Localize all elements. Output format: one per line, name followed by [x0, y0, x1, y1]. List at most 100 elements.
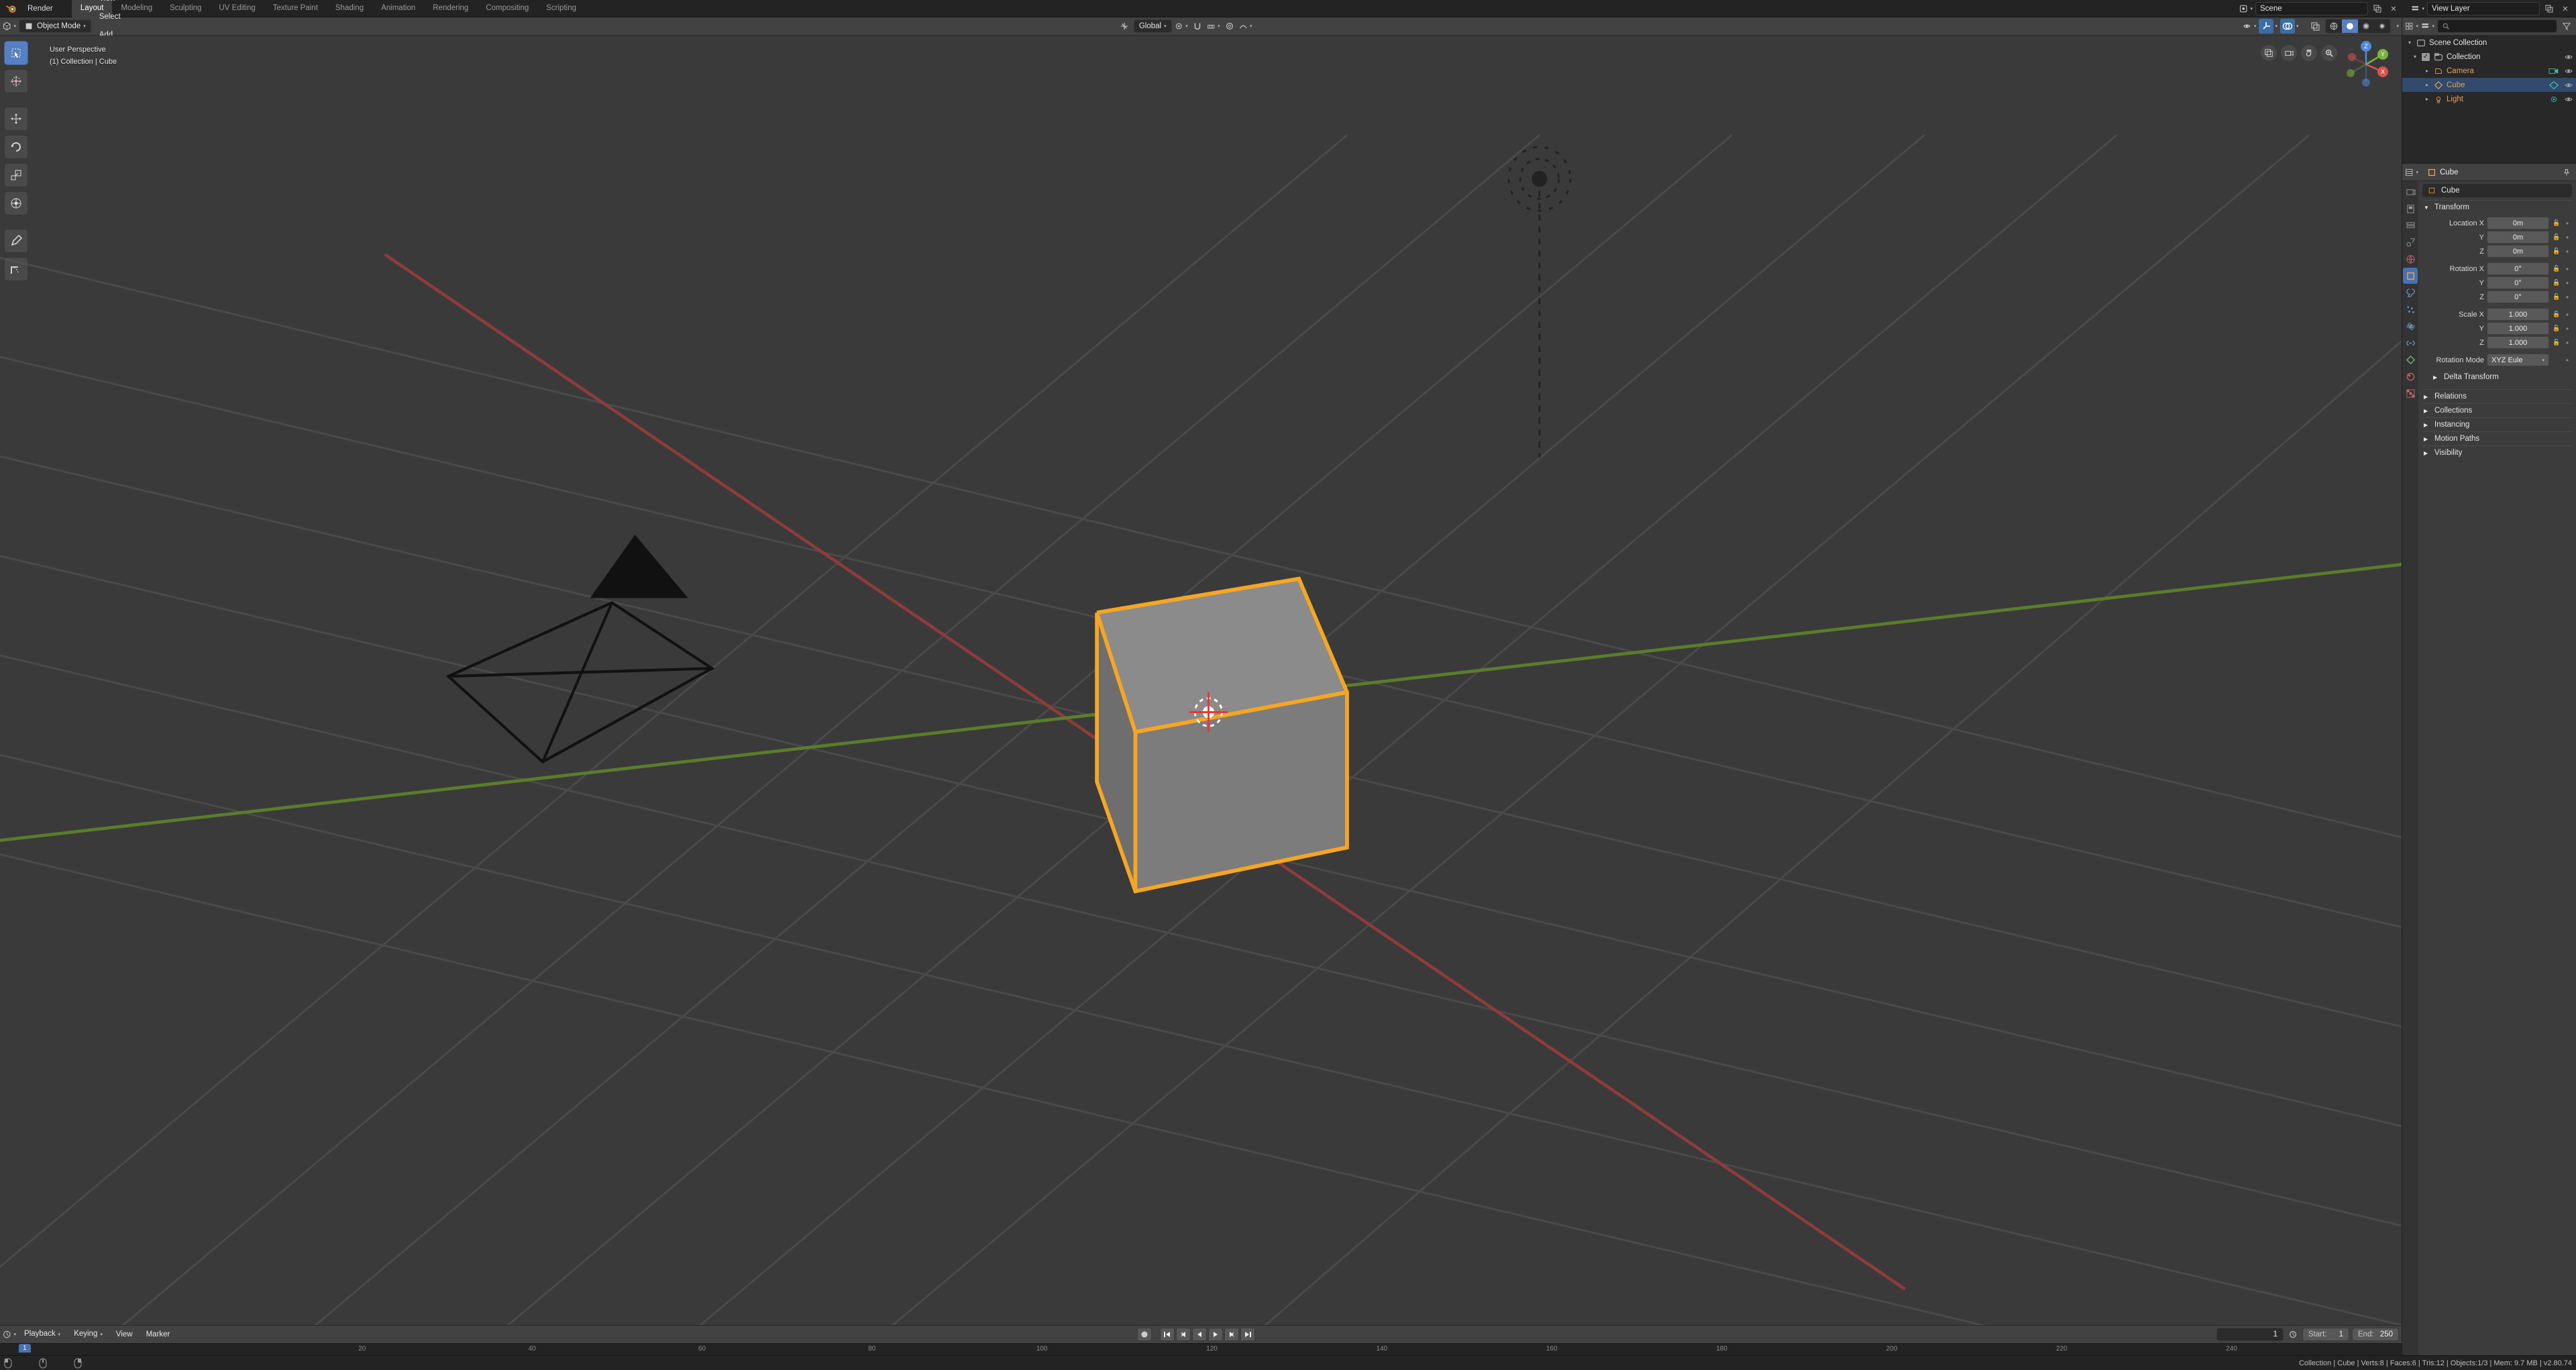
panel-instancing-header[interactable]: ▶Instancing: [2422, 417, 2572, 431]
end-frame-field[interactable]: End:250: [2352, 1328, 2399, 1341]
tab-viewlayer[interactable]: [2403, 217, 2418, 233]
interaction-mode-dropdown[interactable]: Object Mode ▾: [19, 19, 91, 33]
panel-delta-transform-header[interactable]: ▶Delta Transform: [2424, 370, 2571, 384]
tab-particles[interactable]: [2403, 301, 2418, 317]
visibility-eye-icon[interactable]: [2564, 95, 2576, 104]
outliner-item-light[interactable]: ▸Light: [2402, 92, 2576, 106]
preview-range-icon[interactable]: [2286, 1328, 2300, 1341]
timeline-menu-playback[interactable]: Playback▾: [19, 1325, 66, 1344]
tab-scene[interactable]: [2403, 234, 2418, 250]
pin-icon[interactable]: [2560, 166, 2573, 179]
properties-panel[interactable]: Cube ▼Transform Location X0m🔓• Y0m🔓• Z0m…: [2418, 181, 2576, 1355]
properties-editor-type-icon[interactable]: ▾: [2405, 166, 2418, 179]
shading-rendered[interactable]: [2374, 19, 2390, 33]
scale-y-field[interactable]: 1.000: [2487, 322, 2549, 335]
tab-modifiers[interactable]: [2403, 284, 2418, 301]
workspace-uv-editing[interactable]: UV Editing: [210, 0, 264, 18]
autokey-toggle[interactable]: [1137, 1328, 1152, 1341]
3d-viewport[interactable]: User Perspective (1) Collection | Cube: [0, 36, 2402, 1325]
tab-texture[interactable]: [2403, 385, 2418, 401]
rotation-y-field[interactable]: 0°: [2487, 276, 2549, 289]
tab-physics[interactable]: [2403, 318, 2418, 334]
panel-transform-header[interactable]: ▼Transform: [2422, 200, 2572, 214]
visibility-eye-icon[interactable]: [2564, 81, 2576, 90]
outliner-display-mode-icon[interactable]: ▾: [2421, 19, 2434, 33]
tab-constraints[interactable]: [2403, 335, 2418, 351]
timeline-track[interactable]: 1 20406080100120140160180200220240: [0, 1343, 2402, 1355]
proportional-falloff-dropdown[interactable]: ▾: [1239, 19, 1252, 33]
proportional-edit-toggle[interactable]: [1223, 19, 1236, 33]
panel-relations-header[interactable]: ▶Relations: [2422, 389, 2572, 403]
tool-cursor[interactable]: [4, 69, 28, 93]
tab-world[interactable]: [2403, 251, 2418, 267]
rotation-x-field[interactable]: 0°: [2487, 262, 2549, 275]
workspace-scripting[interactable]: Scripting: [537, 0, 585, 18]
jump-to-end[interactable]: [1240, 1328, 1255, 1341]
workspace-compositing[interactable]: Compositing: [477, 0, 537, 18]
nav-zoom-icon[interactable]: [2321, 45, 2337, 61]
menu-render[interactable]: Render: [21, 0, 61, 17]
jump-keyframe-forward[interactable]: [1224, 1328, 1239, 1341]
scene-name-field[interactable]: [2255, 2, 2368, 15]
viewlayer-new-icon[interactable]: [2542, 2, 2556, 15]
outliner-item-collection[interactable]: ▾✓Collection: [2402, 50, 2576, 64]
viewlayer-browse-icon[interactable]: ▾: [2411, 2, 2424, 15]
rotation-mode-dropdown[interactable]: XYZ Eule▾: [2487, 354, 2549, 366]
shading-lookdev[interactable]: [2358, 19, 2374, 33]
nav-camera-view-icon[interactable]: [2281, 45, 2297, 61]
location-x-field[interactable]: 0m: [2487, 217, 2549, 229]
tool-annotate[interactable]: [4, 229, 28, 253]
scene-new-icon[interactable]: [2371, 2, 2384, 15]
tab-object[interactable]: [2403, 268, 2418, 284]
playhead[interactable]: 1: [19, 1344, 31, 1353]
panel-visibility-header[interactable]: ▶Visibility: [2422, 445, 2572, 460]
scale-x-field[interactable]: 1.000: [2487, 308, 2549, 321]
outliner[interactable]: ▾ Scene Collection ▾✓Collection▸Camera▸C…: [2402, 36, 2576, 163]
tab-mesh-data[interactable]: [2403, 352, 2418, 368]
transform-orientation-dropdown[interactable]: Global▾: [1134, 19, 1172, 33]
tool-rotate[interactable]: [4, 135, 28, 159]
tool-move[interactable]: [4, 107, 28, 131]
tool-measure[interactable]: [4, 257, 28, 281]
workspace-shading[interactable]: Shading: [327, 0, 372, 18]
start-frame-field[interactable]: Start:1: [2302, 1328, 2349, 1341]
shading-solid[interactable]: [2342, 19, 2358, 33]
workspace-animation[interactable]: Animation: [372, 0, 424, 18]
timeline-editor-type-icon[interactable]: ▾: [3, 1328, 16, 1341]
tool-transform[interactable]: [4, 191, 28, 215]
timeline-menu-marker[interactable]: Marker: [141, 1326, 176, 1344]
scene-browse-icon[interactable]: ▾: [2239, 2, 2253, 15]
rotation-z-field[interactable]: 0°: [2487, 291, 2549, 303]
timeline-menu-keying[interactable]: Keying▾: [68, 1325, 108, 1344]
data-name-field[interactable]: Cube: [2422, 184, 2572, 197]
tab-output[interactable]: [2403, 201, 2418, 217]
scale-z-field[interactable]: 1.000: [2487, 336, 2549, 349]
tool-select-box[interactable]: [4, 41, 28, 65]
tab-render[interactable]: [2403, 184, 2418, 200]
tab-material[interactable]: [2403, 368, 2418, 384]
navigation-gizmo[interactable]: X Y Z: [2343, 41, 2390, 88]
outliner-item-camera[interactable]: ▸Camera: [2402, 64, 2576, 78]
panel-collections-header[interactable]: ▶Collections: [2422, 403, 2572, 417]
collection-checkbox[interactable]: ✓: [2421, 52, 2430, 62]
viewlayer-name-field[interactable]: [2427, 2, 2540, 15]
visibility-filter-dropdown[interactable]: ▾: [2243, 19, 2256, 33]
pivot-point-dropdown[interactable]: ▾: [1175, 19, 1188, 33]
nav-zoom-region-icon[interactable]: [2261, 45, 2277, 61]
shading-wireframe[interactable]: [2326, 19, 2342, 33]
view3d-menu-view[interactable]: View: [94, 0, 127, 8]
nav-pan-icon[interactable]: [2301, 45, 2317, 61]
snap-settings-dropdown[interactable]: ▾: [1207, 19, 1220, 33]
workspace-rendering[interactable]: Rendering: [424, 0, 477, 18]
jump-to-start[interactable]: [1160, 1328, 1175, 1341]
orientation-icon[interactable]: [1118, 19, 1131, 33]
show-overlays-toggle[interactable]: [2280, 19, 2295, 34]
view3d-menu-select[interactable]: Select: [94, 8, 127, 26]
panel-motion-paths-header[interactable]: ▶Motion Paths: [2422, 431, 2572, 445]
current-frame-field[interactable]: 1: [2216, 1328, 2284, 1341]
viewlayer-delete-icon[interactable]: ✕: [2559, 2, 2572, 15]
outliner-root[interactable]: ▾ Scene Collection: [2402, 36, 2576, 50]
outliner-search[interactable]: [2437, 19, 2557, 33]
visibility-eye-icon[interactable]: [2564, 52, 2576, 62]
timeline-menu-view[interactable]: View: [111, 1326, 138, 1344]
